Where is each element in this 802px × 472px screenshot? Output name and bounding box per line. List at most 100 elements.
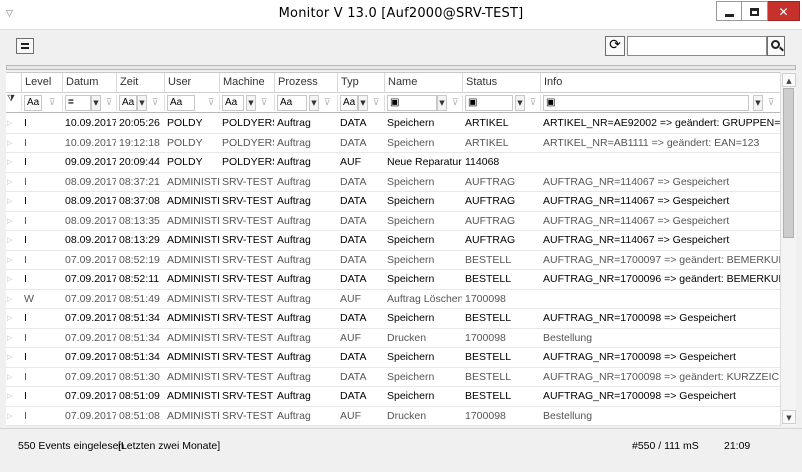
cell-user: ADMINISTR xyxy=(167,390,219,402)
cell-name: Speichern xyxy=(387,234,435,246)
cell-user: ADMINISTR xyxy=(167,253,219,266)
cell-status: AUFTRAG xyxy=(465,195,516,207)
filter-name-operator[interactable]: ▣ xyxy=(387,95,437,111)
filter-clear-icon[interactable]: ⊽ xyxy=(103,96,115,110)
cell-user: POLDY xyxy=(167,117,203,129)
column-header-name[interactable]: Name xyxy=(384,73,462,93)
filter-clear-icon[interactable]: ⊽ xyxy=(527,96,539,110)
status-range: [Letzten zwei Monate] xyxy=(118,440,221,452)
filter-status-dropdown[interactable]: ▼ xyxy=(515,95,525,111)
table-row[interactable]: ▷ I 07.09.2017 08:51:34 ADMINISTR SRV-TEST Auf… xyxy=(6,309,780,329)
filter-machine-operator[interactable]: Aa xyxy=(222,95,244,111)
column-header-user[interactable]: User xyxy=(164,73,219,93)
filter-clear-icon[interactable]: ⊽ xyxy=(258,96,270,110)
column-header-status[interactable]: Status xyxy=(462,73,540,93)
cell-prozess: Auftrag xyxy=(277,136,311,149)
filter-clear-icon[interactable]: ⊽ xyxy=(449,96,461,110)
scroll-thumb[interactable] xyxy=(783,88,794,238)
search-input[interactable] xyxy=(627,36,767,56)
row-indicator-icon: ▷ xyxy=(7,372,13,381)
refresh-button[interactable]: ⟳ xyxy=(605,36,625,56)
filter-datum-dropdown[interactable]: ▼ xyxy=(91,95,101,111)
filter-clear-icon[interactable]: ⊽ xyxy=(149,96,161,110)
row-indicator-icon: ▷ xyxy=(7,236,13,244)
filter-typ-operator[interactable]: Aa xyxy=(340,95,358,111)
cell-datum: 07.09.2017 xyxy=(65,409,116,422)
filter-clear-icon[interactable]: ⊽ xyxy=(46,96,58,110)
filter-clear-icon[interactable]: ⊽ xyxy=(765,96,777,110)
cell-status: ARTIKEL xyxy=(465,117,509,129)
cell-user: ADMINISTR xyxy=(167,331,219,344)
table-row[interactable]: ▷ I 07.09.2017 08:52:19 ADMINISTR SRV-TEST Auf… xyxy=(6,251,780,270)
maximize-button[interactable] xyxy=(742,1,768,21)
table-row[interactable]: ▷ I 07.09.2017 08:51:08 ADMINISTR SRV-TEST Auf… xyxy=(6,407,780,426)
cell-info: AUFTRAG_NR=1700097 => geändert: BEMERKUN… xyxy=(543,253,780,266)
table-row[interactable]: ▷ I 07.09.2017 08:51:34 ADMINISTR SRV-TEST Auf… xyxy=(6,329,780,348)
filter-status: ▣ ▼ ⊽ xyxy=(462,95,540,111)
cell-machine: SRV-TEST xyxy=(222,312,274,324)
row-indicator-icon: ▷ xyxy=(7,275,13,283)
cell-datum: 10.09.2017 xyxy=(65,117,116,129)
cell-user: ADMINISTR xyxy=(167,234,219,246)
search-icon-handle xyxy=(779,46,784,52)
filter-clear-icon[interactable]: ⊽ xyxy=(370,96,382,110)
scroll-up-arrow[interactable]: ▲ xyxy=(782,73,796,87)
filter-datum-operator[interactable]: = xyxy=(65,95,91,111)
cell-level: I xyxy=(24,390,27,402)
filter-prozess-operator[interactable]: Aa xyxy=(277,95,307,111)
table-row[interactable]: ▷ I 07.09.2017 08:51:09 ADMINISTR SRV-TEST Auf… xyxy=(6,387,780,407)
column-header-zeit[interactable]: Zeit xyxy=(116,73,164,93)
table-row[interactable]: ▷ I 08.09.2017 08:37:21 ADMINISTR SRV-TEST Auf… xyxy=(6,173,780,192)
filter-machine-dropdown[interactable]: ▼ xyxy=(246,95,256,111)
scroll-down-arrow[interactable]: ▼ xyxy=(782,410,796,424)
cell-typ: DATA xyxy=(340,175,367,188)
toolbar-splitter[interactable] xyxy=(6,65,796,70)
cell-typ: AUF xyxy=(340,156,361,168)
column-header-prozess[interactable]: Prozess xyxy=(274,73,337,93)
column-header-typ[interactable]: Typ xyxy=(337,73,384,93)
table-row[interactable]: ▷ I 08.09.2017 08:37:08 ADMINISTR SRV-TEST Auf… xyxy=(6,192,780,212)
cell-user: ADMINISTR xyxy=(167,214,219,227)
filter-name-dropdown[interactable]: ▼ xyxy=(437,95,447,111)
column-header-info[interactable]: Info xyxy=(540,73,780,93)
filter-clear-icon[interactable]: ⊽ xyxy=(205,96,217,110)
column-header-level[interactable]: Level xyxy=(21,73,62,93)
cell-machine: SRV-TEST xyxy=(222,214,274,227)
filter-user-operator[interactable]: Aa xyxy=(167,95,195,111)
row-indicator-icon: ▷ xyxy=(7,411,13,420)
filter-zeit-operator[interactable]: Aa xyxy=(119,95,137,111)
column-header-machine[interactable]: Machine xyxy=(219,73,274,93)
table-row[interactable]: ▷ W 07.09.2017 08:51:49 ADMINISTR SRV-TEST Auf… xyxy=(6,290,780,309)
search-button[interactable] xyxy=(767,36,785,56)
filter-level: Aa ⊽ xyxy=(21,95,62,111)
table-row[interactable]: ▷ I 08.09.2017 08:13:29 ADMINISTR SRV-TEST Auf… xyxy=(6,231,780,251)
filter-level-operator[interactable]: Aa xyxy=(24,95,42,111)
table-row[interactable]: ▷ I 10.09.201720:05:26 POLDY POLDYERSAAuftra… xyxy=(6,114,780,134)
minimize-button[interactable] xyxy=(716,1,742,21)
menu-button[interactable] xyxy=(16,38,34,54)
cell-zeit: 08:51:34 xyxy=(119,331,160,344)
event-grid: Level Datum Zeit User Machine Prozess Ty… xyxy=(6,72,780,426)
cell-user: ADMINISTR xyxy=(167,273,219,285)
filter-clear-icon[interactable]: ⊽ xyxy=(321,96,333,110)
cell-info: Bestellung xyxy=(543,331,593,344)
filter-zeit-dropdown[interactable]: ▼ xyxy=(137,95,147,111)
filter-info-operator[interactable]: ▣ xyxy=(543,95,749,111)
refresh-icon: ⟳ xyxy=(609,37,621,53)
table-row[interactable]: ▷ I 10.09.201719:12:18 POLDY POLDYERSAAuftra… xyxy=(6,134,780,153)
filter-status-operator[interactable]: ▣ xyxy=(465,95,513,111)
cell-typ: DATA xyxy=(340,214,367,227)
cell-prozess: Auftrag xyxy=(277,370,311,383)
filter-user: Aa ⊽ xyxy=(164,95,219,111)
table-row[interactable]: ▷ I 09.09.201720:09:44 POLDY POLDYERSAAuftra… xyxy=(6,153,780,173)
close-button[interactable]: ✕ xyxy=(768,1,800,21)
table-row[interactable]: ▷ I 07.09.2017 08:51:30 ADMINISTR SRV-TEST Auf… xyxy=(6,368,780,387)
column-header-datum[interactable]: Datum xyxy=(62,73,116,93)
table-row[interactable]: ▷ I 08.09.2017 08:13:35 ADMINISTR SRV-TEST Auf… xyxy=(6,212,780,231)
table-row[interactable]: ▷ I 07.09.2017 08:51:34 ADMINISTR SRV-TEST Auf… xyxy=(6,348,780,368)
vertical-scrollbar[interactable]: ▲ ▼ xyxy=(780,72,796,426)
filter-prozess-dropdown[interactable]: ▼ xyxy=(309,95,319,111)
filter-typ-dropdown[interactable]: ▼ xyxy=(358,95,368,111)
filter-info-dropdown[interactable]: ▼ xyxy=(753,95,763,111)
table-row[interactable]: ▷ I 07.09.2017 08:52:11 ADMINISTR SRV-TEST Auf… xyxy=(6,270,780,290)
